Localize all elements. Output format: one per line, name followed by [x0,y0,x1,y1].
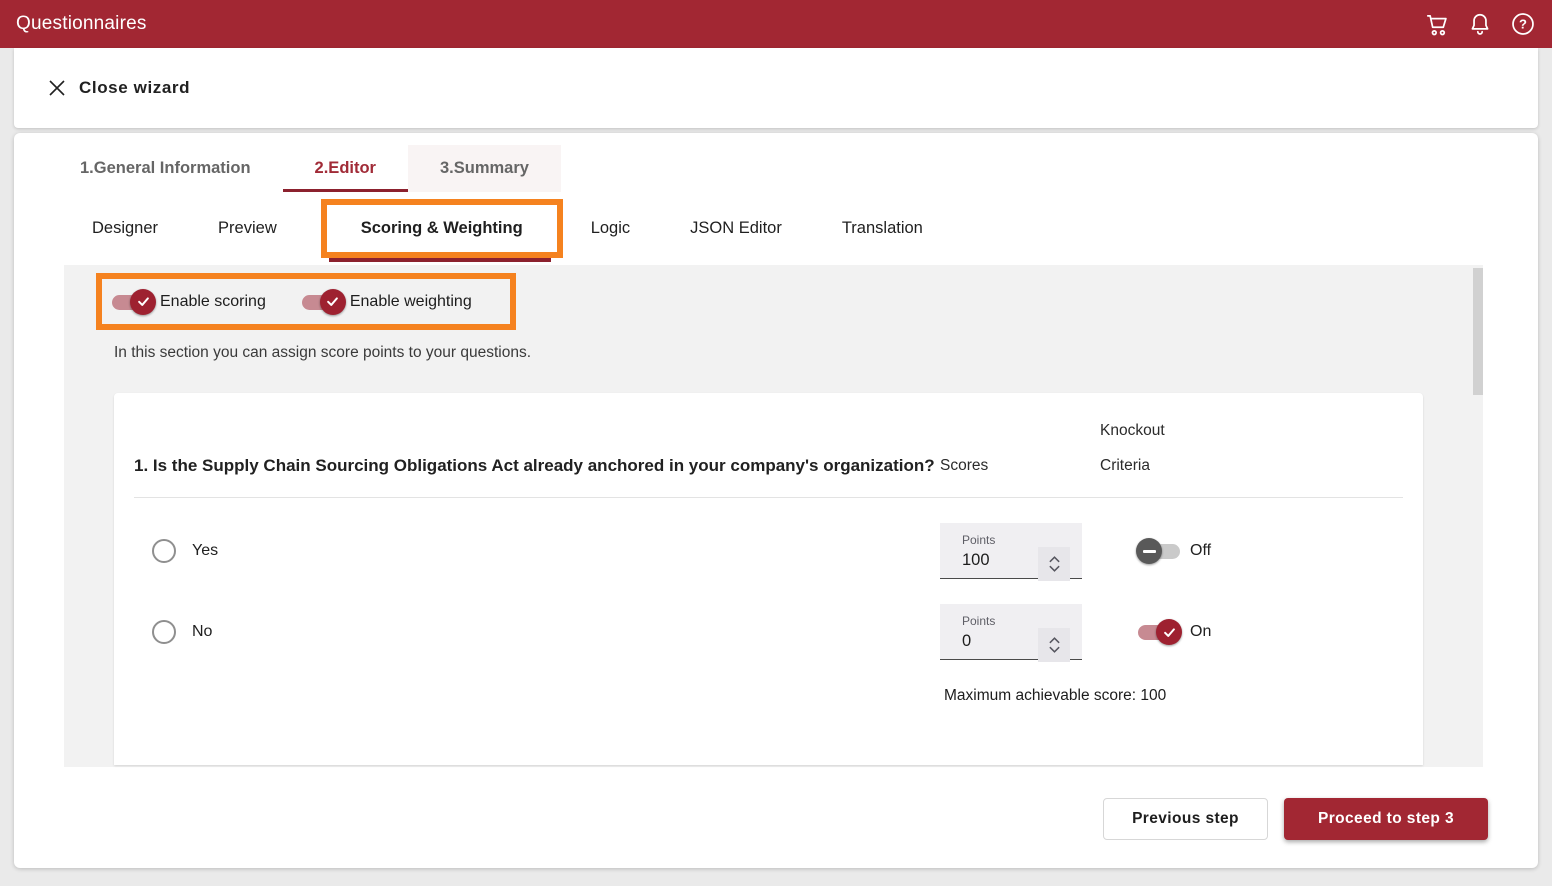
enable-weighting-label: Enable weighting [350,293,472,311]
step-tab-summary[interactable]: 3.Summary [408,145,561,192]
max-score-text: Maximum achievable score: 100 [940,687,1403,705]
cart-icon[interactable] [1423,11,1450,38]
step-tab-editor[interactable]: 2.Editor [283,145,408,192]
option-label: No [192,623,212,641]
section-description: In this section you can assign score poi… [114,344,1483,362]
enable-weighting-toggle[interactable]: Enable weighting [302,293,472,311]
points-field-label: Points [962,533,1074,547]
proceed-to-step-3-button[interactable]: Proceed to step 3 [1284,798,1488,840]
radio-unchecked-icon [152,620,176,644]
knockout-state-label: Off [1190,542,1211,560]
tab-scoring-weighting[interactable]: Scoring & Weighting [321,199,563,258]
option-label: Yes [192,542,218,560]
toggle-on-icon [112,293,154,311]
tab-logic[interactable]: Logic [575,205,646,252]
previous-step-button[interactable]: Previous step [1103,798,1268,840]
knockout-toggle-yes[interactable]: Off [1100,542,1423,560]
toggle-on-icon [302,293,344,311]
editor-tabs: Designer Preview Scoring & Weighting Log… [14,192,1538,265]
close-icon [48,79,66,97]
step-tab-general-information[interactable]: 1.General Information [48,145,283,192]
close-wizard-label: Close wizard [79,78,190,98]
scores-column-header: Scores [940,448,1035,483]
tab-translation[interactable]: Translation [826,205,939,252]
toggle-on-icon [1138,623,1180,641]
question-card: 1. Is the Supply Chain Sourcing Obligati… [114,393,1423,765]
wizard-header-bar: Close wizard [14,48,1538,128]
radio-option-no[interactable]: No [134,620,940,644]
app-bar-actions: ? [1423,11,1536,38]
points-stepper[interactable] [1038,628,1070,662]
toggle-off-icon [1138,542,1180,560]
content-scrollbar[interactable] [1473,268,1483,395]
points-input-yes[interactable]: Points 100 [940,523,1082,579]
tab-designer[interactable]: Designer [76,205,174,252]
page-title: Questionnaires [16,13,147,35]
radio-unchecked-icon [152,539,176,563]
help-icon[interactable]: ? [1509,11,1536,38]
close-wizard-button[interactable]: Close wizard [48,78,190,98]
enable-scoring-label: Enable scoring [160,293,266,311]
header-divider [134,497,1403,498]
svg-text:?: ? [1519,17,1527,32]
question-title: 1. Is the Supply Chain Sourcing Obligati… [134,448,940,483]
knockout-toggle-no[interactable]: On [1100,623,1423,641]
max-score-row: Maximum achievable score: 100 [134,687,1403,705]
option-row-no: No Points 0 On [134,604,1403,660]
tab-json-editor[interactable]: JSON Editor [674,205,798,252]
option-row-yes: Yes Points 100 Off [134,523,1403,579]
radio-option-yes[interactable]: Yes [134,539,940,563]
app-bar: Questionnaires ? [0,0,1552,48]
wizard-panel: 1.General Information 2.Editor 3.Summary… [14,133,1538,868]
knockout-state-label: On [1190,623,1211,641]
scoring-content-area: Enable scoring Enable weighting In this … [64,265,1483,767]
knockout-column-header: Knockout Criteria [1100,413,1195,483]
tab-preview[interactable]: Preview [202,205,293,252]
bell-icon[interactable] [1466,11,1493,38]
wizard-footer: Previous step Proceed to step 3 [14,767,1538,840]
wizard-steps: 1.General Information 2.Editor 3.Summary [14,133,1538,192]
points-input-no[interactable]: Points 0 [940,604,1082,660]
scoring-toggles-highlight-box: Enable scoring Enable weighting [96,273,516,330]
enable-scoring-toggle[interactable]: Enable scoring [112,293,266,311]
question-card-header: 1. Is the Supply Chain Sourcing Obligati… [134,413,1403,497]
points-stepper[interactable] [1038,547,1070,581]
points-field-label: Points [962,614,1074,628]
